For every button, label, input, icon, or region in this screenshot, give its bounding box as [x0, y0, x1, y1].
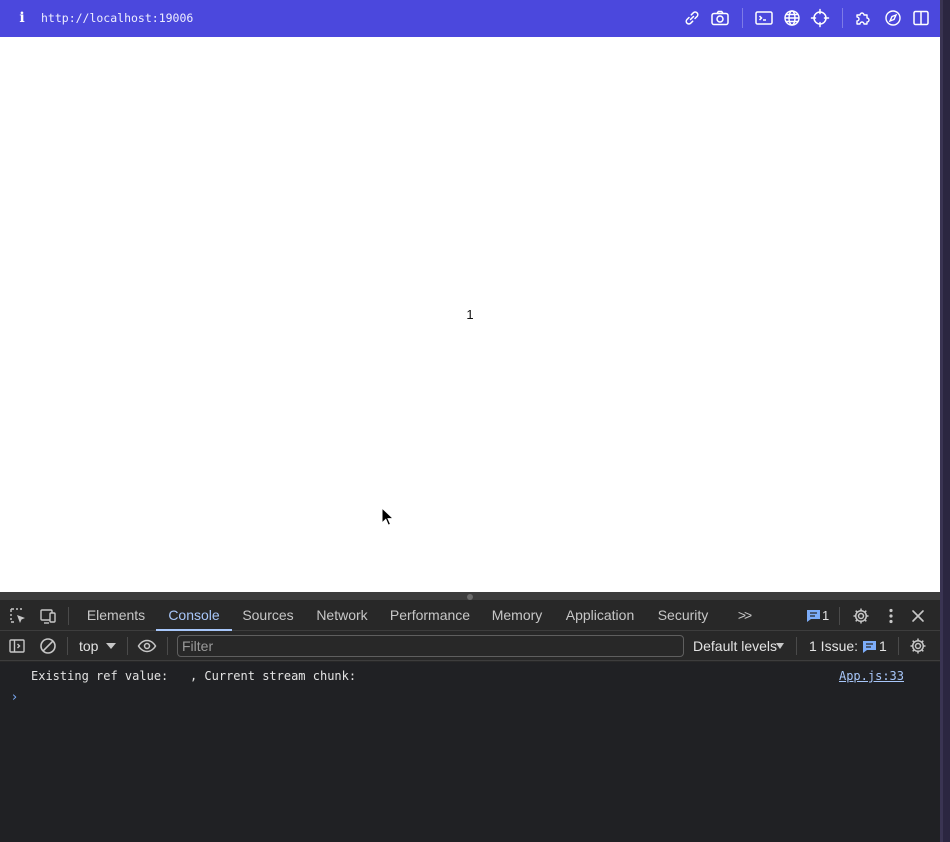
issues-count[interactable]: 1 [879, 637, 887, 655]
devtools-tab-bar: Elements Console Sources Network Perform… [0, 600, 940, 631]
tab-memory[interactable]: Memory [485, 600, 549, 631]
inspect-element-icon[interactable] [8, 606, 28, 626]
tab-sources[interactable]: Sources [234, 600, 302, 631]
filter-input[interactable] [177, 635, 684, 657]
toolbar-separator [796, 637, 797, 655]
context-selector[interactable]: top [79, 637, 98, 655]
log-levels-dropdown[interactable]: Default levels [693, 637, 777, 655]
counter-value: 1 [466, 307, 474, 322]
toolbar-separator [898, 637, 899, 655]
camera-icon[interactable] [709, 7, 731, 29]
compass-icon[interactable] [882, 7, 904, 29]
tab-performance[interactable]: Performance [385, 600, 475, 631]
terminal-icon[interactable] [753, 7, 775, 29]
link-icon[interactable] [681, 7, 703, 29]
tab-application[interactable]: Application [559, 600, 641, 631]
close-icon[interactable] [908, 606, 928, 626]
tab-network[interactable]: Network [306, 600, 378, 631]
chevron-down-icon[interactable] [106, 643, 116, 649]
split-panel-icon[interactable] [910, 7, 932, 29]
toolbar-separator [67, 637, 68, 655]
tab-console[interactable]: Console [156, 600, 232, 631]
tab-separator [68, 607, 69, 625]
console-settings-gear-icon[interactable] [908, 636, 928, 656]
more-options-icon[interactable] [881, 606, 901, 626]
console-toolbar: top Default levels 1 Issue: 1 [0, 631, 940, 661]
url-bar: i http://localhost:19006 [0, 0, 940, 37]
toolbar-separator [127, 637, 128, 655]
crosshair-icon[interactable] [809, 7, 831, 29]
browser-window: i http://localhost:19006 1 Elements Cons… [0, 0, 950, 842]
console-log-row: Existing ref value: , Current stream chu… [0, 664, 940, 688]
issue-message-icon[interactable] [860, 637, 878, 655]
eye-icon[interactable] [137, 636, 157, 656]
window-edge-highlight [940, 0, 943, 842]
chevron-down-icon[interactable] [776, 643, 784, 649]
more-tabs-button[interactable]: >> [730, 600, 758, 631]
log-message: Existing ref value: , Current stream chu… [31, 669, 357, 683]
url-text[interactable]: http://localhost:19006 [41, 10, 193, 26]
toolbar-separator [842, 8, 843, 28]
mouse-cursor-icon [381, 506, 395, 527]
toolbar-separator [167, 637, 168, 655]
device-toolbar-icon[interactable] [38, 606, 58, 626]
globe-icon[interactable] [781, 7, 803, 29]
tab-elements[interactable]: Elements [79, 600, 153, 631]
message-icon[interactable] [804, 606, 824, 626]
console-output: Existing ref value: , Current stream chu… [0, 662, 940, 842]
devtools-panel: Elements Console Sources Network Perform… [0, 592, 940, 842]
message-count[interactable]: 1 [822, 607, 829, 625]
tab-security[interactable]: Security [651, 600, 715, 631]
toolbar-separator [742, 8, 743, 28]
log-source-link[interactable]: App.js:33 [839, 668, 904, 684]
panel-resize-handle[interactable] [0, 592, 940, 600]
settings-gear-icon[interactable] [851, 606, 871, 626]
tab-separator [839, 607, 840, 625]
page-viewport: 1 [0, 37, 940, 592]
clear-console-icon[interactable] [38, 636, 58, 656]
issues-label[interactable]: 1 Issue: [809, 637, 858, 655]
sidebar-toggle-icon[interactable] [7, 636, 27, 656]
console-prompt-icon[interactable]: › [12, 690, 17, 705]
extension-icon[interactable] [853, 7, 875, 29]
info-icon[interactable]: i [16, 9, 28, 27]
